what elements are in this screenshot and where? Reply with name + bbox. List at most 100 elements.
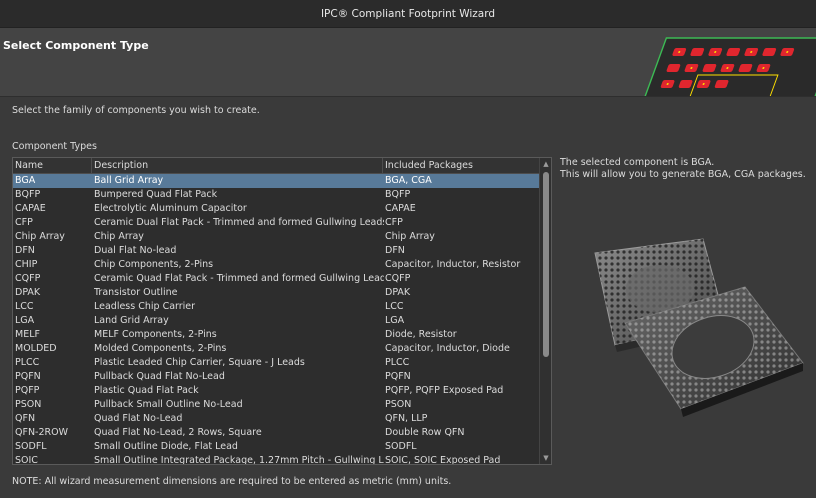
cell-description: Transistor Outline (94, 287, 178, 298)
table-row[interactable]: LGA Land Grid Array LGA (13, 314, 539, 328)
cell-description: Quad Flat No-Lead, 2 Rows, Square (94, 427, 262, 438)
cell-description: Chip Array (94, 231, 144, 242)
cell-packages: BGA, CGA (385, 175, 432, 186)
cell-packages: Capacitor, Inductor, Diode (385, 343, 510, 354)
cell-name: PLCC (15, 357, 40, 368)
cell-name: CQFP (15, 273, 41, 284)
cell-description: Leadless Chip Carrier (94, 301, 196, 312)
table-row[interactable]: PSON Pullback Small Outline No-Lead PSON (13, 398, 539, 412)
cell-name: MELF (15, 329, 40, 340)
table-row[interactable]: CAPAE Electrolytic Aluminum Capacitor CA… (13, 202, 539, 216)
wizard-header: Select Component Type (0, 28, 816, 97)
column-divider[interactable] (382, 158, 383, 173)
cell-packages: PSON (385, 399, 412, 410)
cell-description: Ceramic Dual Flat Pack - Trimmed and for… (94, 217, 384, 228)
cell-name: LCC (15, 301, 34, 312)
cell-packages: CFP (385, 217, 403, 228)
cell-packages: DPAK (385, 287, 411, 298)
column-divider[interactable] (91, 158, 92, 173)
cell-packages: Double Row QFN (385, 427, 465, 438)
cell-name: DPAK (15, 287, 41, 298)
cell-name: PSON (15, 399, 42, 410)
cell-description: Bumpered Quad Flat Pack (94, 189, 218, 200)
table-vertical-scrollbar[interactable]: ▲ ▼ (539, 158, 551, 464)
cell-packages: LGA (385, 315, 405, 326)
cell-description: Plastic Leaded Chip Carrier, Square - J … (94, 357, 305, 368)
cell-description: Small Outline Diode, Flat Lead (94, 441, 238, 452)
table-row[interactable]: LCC Leadless Chip Carrier LCC (13, 300, 539, 314)
cell-description: Ball Grid Array (94, 175, 164, 186)
cell-name: QFN-2ROW (15, 427, 68, 438)
table-row[interactable]: QFN-2ROW Quad Flat No-Lead, 2 Rows, Squa… (13, 426, 539, 440)
cell-packages: DFN (385, 245, 405, 256)
table-body: BGA Ball Grid Array BGA, CGA BQFP Bumper… (13, 174, 539, 465)
table-row[interactable]: SOIC Small Outline Integrated Package, 1… (13, 454, 539, 465)
cell-description: Pullback Small Outline No-Lead (94, 399, 243, 410)
table-row[interactable]: CHIP Chip Components, 2-Pins Capacitor, … (13, 258, 539, 272)
generate-packages-text: This will allow you to generate BGA, CGA… (560, 169, 806, 180)
table-row[interactable]: Chip Array Chip Array Chip Array (13, 230, 539, 244)
cell-description: Chip Components, 2-Pins (94, 259, 214, 270)
scroll-up-arrow-icon[interactable]: ▲ (542, 160, 550, 168)
table-row[interactable]: DFN Dual Flat No-lead DFN (13, 244, 539, 258)
cell-name: SOIC (15, 455, 38, 465)
cell-name: CHIP (15, 259, 38, 270)
cell-name: CFP (15, 217, 33, 228)
cell-packages: PLCC (385, 357, 410, 368)
cell-packages: QFN, LLP (385, 413, 428, 424)
table-row[interactable]: SODFL Small Outline Diode, Flat Lead SOD… (13, 440, 539, 454)
cell-description: Quad Flat No-Lead (94, 413, 183, 424)
cell-packages: LCC (385, 301, 404, 312)
cell-packages: Chip Array (385, 231, 435, 242)
column-header-name[interactable]: Name (15, 160, 43, 171)
cell-description: Small Outline Integrated Package, 1.27mm… (94, 455, 384, 465)
cell-description: Molded Components, 2-Pins (94, 343, 227, 354)
cell-name: QFN (15, 413, 36, 424)
component-types-table[interactable]: Name Description Included Packages BGA B… (12, 157, 552, 465)
table-row[interactable]: MELF MELF Components, 2-Pins Diode, Resi… (13, 328, 539, 342)
window-title: IPC® Compliant Footprint Wizard (320, 7, 496, 20)
cell-packages: CQFP (385, 273, 411, 284)
cell-name: SODFL (15, 441, 47, 452)
cell-name: CAPAE (15, 203, 46, 214)
footprint-pcb-illustration-icon (630, 28, 816, 96)
metric-units-note: NOTE: All wizard measurement dimensions … (12, 476, 452, 487)
cell-description: Plastic Quad Flat Pack (94, 385, 199, 396)
table-row[interactable]: QFN Quad Flat No-Lead QFN, LLP (13, 412, 539, 426)
table-row[interactable]: PQFN Pullback Quad Flat No-Lead PQFN (13, 370, 539, 384)
cell-name: LGA (15, 315, 35, 326)
cell-packages: Capacitor, Inductor, Resistor (385, 259, 521, 270)
instruction-text: Select the family of components you wish… (12, 105, 260, 116)
column-header-packages[interactable]: Included Packages (385, 160, 473, 171)
page-title: Select Component Type (3, 39, 149, 52)
cell-packages: SODFL (385, 441, 417, 452)
cell-packages: CAPAE (385, 203, 416, 214)
table-row[interactable]: BGA Ball Grid Array BGA, CGA (13, 174, 539, 188)
cell-description: MELF Components, 2-Pins (94, 329, 217, 340)
cell-name: MOLDED (15, 343, 57, 354)
cell-name: PQFN (15, 371, 41, 382)
cell-packages: BQFP (385, 189, 411, 200)
table-row[interactable]: PLCC Plastic Leaded Chip Carrier, Square… (13, 356, 539, 370)
table-row[interactable]: PQFP Plastic Quad Flat Pack PQFP, PQFP E… (13, 384, 539, 398)
cell-name: PQFP (15, 385, 40, 396)
selected-component-text: The selected component is BGA. (560, 157, 715, 168)
column-header-description[interactable]: Description (94, 160, 148, 171)
selection-info-panel: The selected component is BGA. This will… (560, 157, 806, 181)
scroll-down-arrow-icon[interactable]: ▼ (542, 454, 550, 462)
cell-packages: Diode, Resistor (385, 329, 457, 340)
table-row[interactable]: MOLDED Molded Components, 2-Pins Capacit… (13, 342, 539, 356)
table-row[interactable]: CQFP Ceramic Quad Flat Pack - Trimmed an… (13, 272, 539, 286)
cell-description: Dual Flat No-lead (94, 245, 177, 256)
table-row[interactable]: BQFP Bumpered Quad Flat Pack BQFP (13, 188, 539, 202)
cell-description: Pullback Quad Flat No-Lead (94, 371, 225, 382)
bga-package-illustration-icon (594, 238, 804, 417)
cell-description: Land Grid Array (94, 315, 169, 326)
table-row[interactable]: CFP Ceramic Dual Flat Pack - Trimmed and… (13, 216, 539, 230)
scrollbar-thumb[interactable] (543, 172, 549, 357)
table-row[interactable]: DPAK Transistor Outline DPAK (13, 286, 539, 300)
cell-packages: SOIC, SOIC Exposed Pad (385, 455, 501, 465)
table-header: Name Description Included Packages (13, 158, 539, 174)
cell-description: Ceramic Quad Flat Pack - Trimmed and for… (94, 273, 384, 284)
component-types-label: Component Types (12, 141, 97, 152)
